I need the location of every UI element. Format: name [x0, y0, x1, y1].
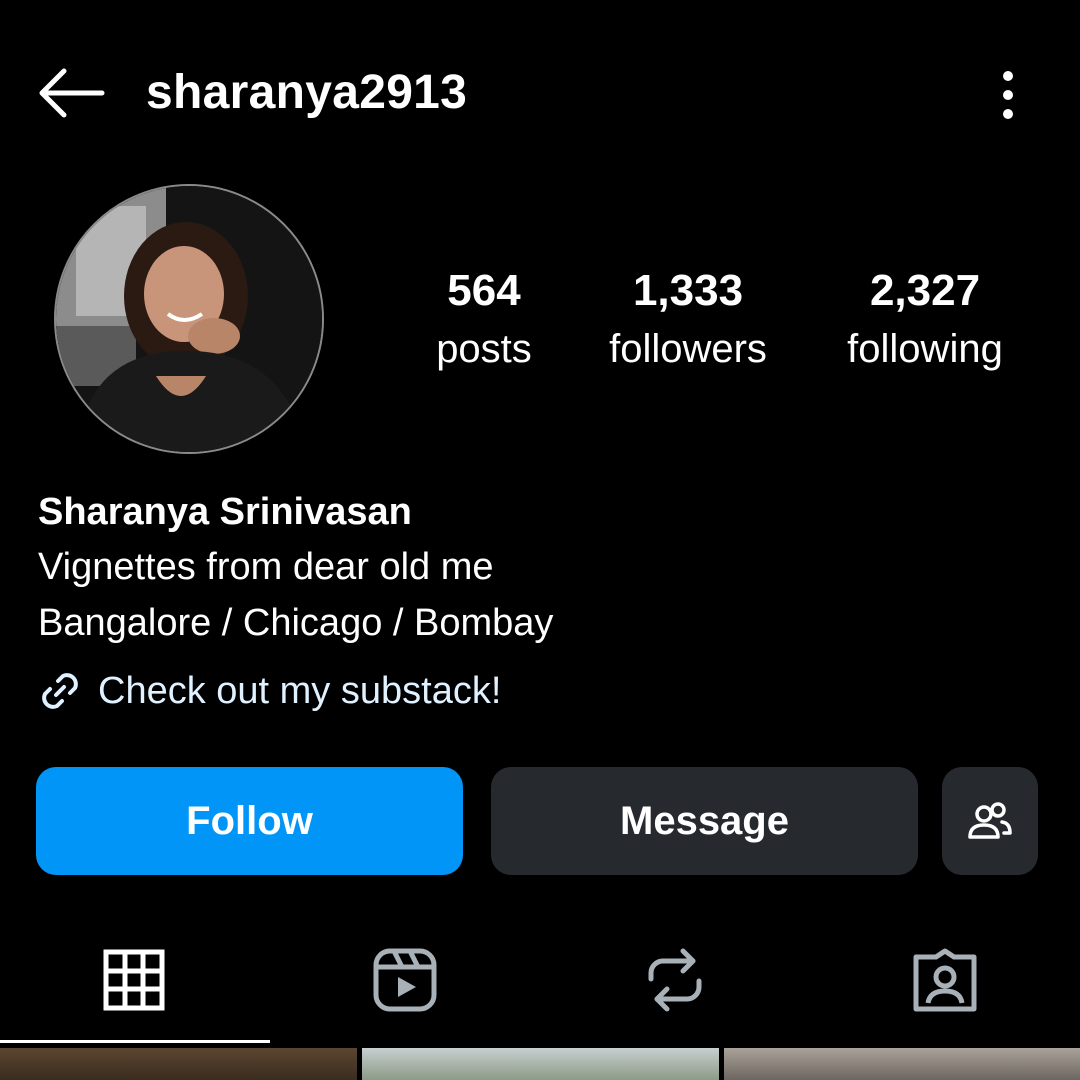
followers-label: followers: [609, 327, 767, 371]
follow-button[interactable]: Follow: [36, 767, 463, 875]
suggested-accounts-button[interactable]: [942, 767, 1038, 875]
post-thumbnail[interactable]: [0, 1048, 357, 1080]
following-count[interactable]: 2,327 following: [822, 262, 1028, 378]
grid-icon: [103, 949, 165, 1011]
posts-label: posts: [436, 327, 532, 371]
post-thumbnail[interactable]: [724, 1048, 1080, 1080]
tab-tagged[interactable]: [875, 935, 1015, 1025]
post-thumbnail[interactable]: [362, 1048, 719, 1080]
followers-number: 1,333: [632, 266, 744, 315]
add-people-icon: [968, 802, 1012, 839]
link-icon: [42, 673, 78, 709]
bio-link[interactable]: Check out my substack!: [36, 664, 501, 718]
tab-reels[interactable]: [335, 935, 475, 1025]
posts-number: 564: [447, 266, 521, 315]
profile-full-name: Sharanya Srinivasan: [38, 491, 412, 533]
message-button[interactable]: Message: [491, 767, 918, 875]
posts-count[interactable]: 564 posts: [400, 262, 568, 378]
avatar[interactable]: [54, 184, 324, 454]
bio-line: Bangalore / Chicago / Bombay: [38, 602, 554, 644]
arrow-left-icon: [39, 68, 105, 118]
profile-username: sharanya2913: [146, 66, 468, 119]
bio-link-text: Check out my substack!: [98, 669, 502, 712]
following-number: 2,327: [869, 266, 981, 315]
tab-reposts[interactable]: [605, 935, 745, 1025]
more-vertical-icon: [1003, 71, 1013, 119]
followers-count[interactable]: 1,333 followers: [588, 262, 788, 378]
repost-icon: [648, 948, 702, 1012]
following-label: following: [847, 327, 1003, 371]
active-tab-indicator: [0, 1040, 270, 1043]
back-button[interactable]: [36, 62, 108, 124]
tagged-icon: [913, 948, 977, 1012]
more-options-button[interactable]: [990, 66, 1026, 124]
profile-photo: [56, 186, 322, 452]
tab-posts-grid[interactable]: [64, 935, 204, 1025]
reels-icon: [373, 948, 437, 1012]
bio-line: Vignettes from dear old me: [38, 546, 494, 588]
